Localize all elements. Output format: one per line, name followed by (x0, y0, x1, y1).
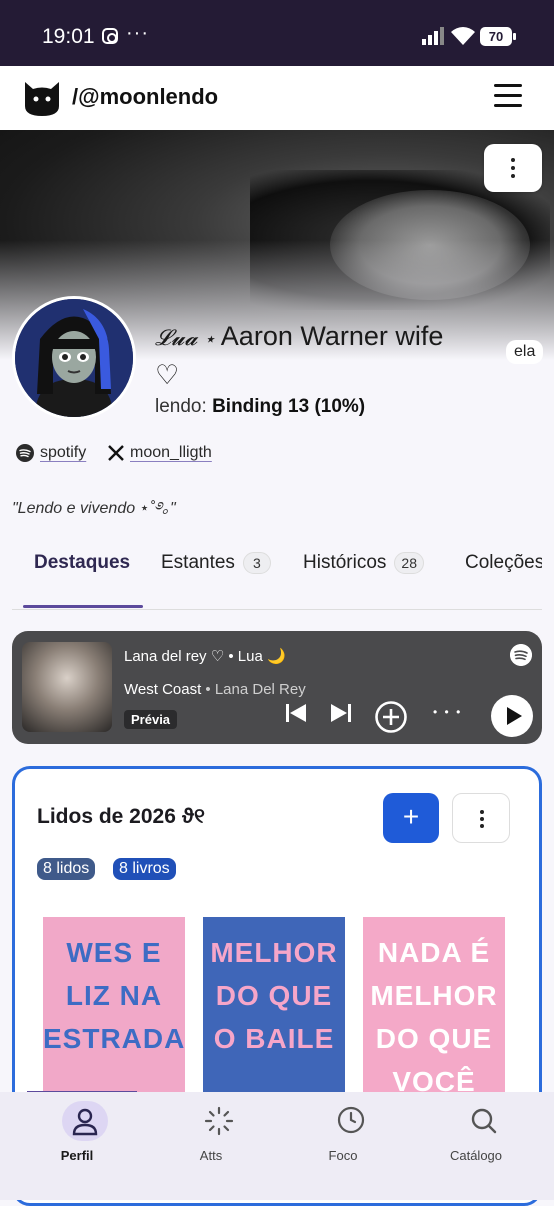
tab-colecoes[interactable]: Coleções (465, 552, 542, 574)
nav-label: Foco (328, 1148, 358, 1163)
books-total-chip[interactable]: 8 livros (113, 858, 176, 880)
tab-destaques[interactable]: Destaques (34, 552, 130, 574)
status-bar: 19:01 ··· 70 (0, 0, 554, 66)
cat-logo-icon[interactable] (22, 78, 62, 118)
profile-tabs: Destaques Estantes 3 Históricos 28 Coleçõe… (12, 540, 542, 610)
nav-foco[interactable]: Foco (274, 1092, 412, 1200)
playlist-title[interactable]: Lana del rey ♡ • Lua 🌙 (124, 647, 286, 665)
book-cover[interactable]: MELHOR DO QUE O BAILE (203, 917, 345, 1102)
profile-bio: "Lendo e vivendo ⋆˚࿔｡" (12, 500, 176, 517)
menu-icon[interactable] (494, 84, 522, 110)
x-link-label: moon_lligth (130, 444, 212, 461)
wifi-icon (451, 27, 475, 45)
tab-label: Estantes (161, 552, 235, 573)
spotify-link[interactable]: spotify (16, 444, 86, 462)
reading-value: Binding 13 (10%) (212, 396, 366, 417)
more-notifications-icon: ··· (126, 22, 149, 44)
status-time: 19:01 (42, 25, 95, 48)
preview-badge: Prévia (124, 710, 178, 729)
clock-icon (337, 1106, 365, 1134)
spotify-link-label: spotify (40, 444, 87, 462)
book-title: WES E LIZ NA ESTRADA (43, 937, 185, 1054)
tab-estantes[interactable]: Estantes 3 (161, 552, 271, 574)
previous-track-icon[interactable] (284, 701, 308, 725)
next-track-icon[interactable] (329, 701, 353, 725)
active-tab-indicator (23, 605, 143, 608)
card-title: Lidos de 2026 ϑ୧ (37, 805, 205, 828)
bottom-navigation: Perfil Atts Foco Catálogo (0, 1092, 554, 1200)
spotify-logo-icon[interactable] (510, 644, 532, 666)
app-header: /@moonlendo (0, 66, 554, 130)
add-book-button[interactable]: + (383, 793, 439, 843)
tab-historicos[interactable]: Históricos 28 (303, 552, 424, 574)
nav-atts[interactable]: Atts (142, 1092, 280, 1200)
track-artist[interactable]: Lana Del Rey (215, 681, 306, 698)
profile-name: 𝓛𝓾𝓪 ⋆ Aaron Warner wife ♡ (155, 318, 505, 393)
nav-label: Atts (199, 1148, 223, 1163)
player-more-icon[interactable]: • • • (433, 705, 462, 719)
profile-name-main: Aaron Warner wife (220, 321, 444, 351)
loading-icon (204, 1106, 234, 1136)
track-title[interactable]: West Coast (124, 681, 201, 698)
battery-icon: 70 (480, 27, 516, 46)
profile-name-heart: ♡ (155, 360, 180, 390)
tab-count: 28 (394, 552, 424, 574)
book-cover[interactable]: WES E LIZ NA ESTRADA (43, 917, 185, 1102)
nav-catalogo[interactable]: Catálogo (407, 1092, 545, 1200)
profile-name-script: 𝓛𝓾𝓪 ⋆ (155, 326, 215, 351)
avatar[interactable] (12, 296, 136, 420)
tab-label: Históricos (303, 552, 387, 573)
person-icon (72, 1108, 98, 1136)
tab-label: Coleções (465, 552, 542, 573)
signal-icon (422, 27, 444, 45)
spotify-icon (16, 444, 34, 462)
currently-reading[interactable]: lendo: Binding 13 (10%) (155, 396, 365, 418)
album-cover[interactable] (22, 642, 112, 732)
profile-handle: /@moonlendo (72, 84, 219, 109)
book-title: MELHOR DO QUE O BAILE (210, 937, 338, 1054)
instagram-icon (102, 28, 118, 44)
banner-options-button[interactable] (484, 144, 542, 192)
book-cover[interactable]: NADA É MELHOR DO QUE VOCÊ (363, 917, 505, 1102)
tab-count: 3 (242, 552, 271, 574)
nav-label: Catálogo (449, 1148, 503, 1163)
tab-label: Destaques (34, 552, 131, 573)
book-title: NADA É MELHOR DO QUE VOCÊ (370, 937, 498, 1097)
track-info: West Coast • Lana Del Rey (124, 681, 306, 698)
nav-perfil[interactable]: Perfil (8, 1092, 146, 1200)
x-link[interactable]: moon_lligth (108, 444, 212, 462)
card-options-button[interactable] (452, 793, 510, 843)
pronoun-badge: ela (506, 340, 544, 364)
spotify-player: Lana del rey ♡ • Lua 🌙 West Coast • Lana… (12, 631, 542, 744)
reading-label: lendo: (155, 396, 207, 417)
nav-label: Perfil (60, 1148, 94, 1163)
x-icon (108, 444, 124, 461)
add-to-library-icon[interactable] (374, 700, 408, 734)
search-icon (471, 1108, 497, 1134)
books-read-chip[interactable]: 8 lidos (37, 858, 96, 880)
play-icon[interactable] (491, 695, 533, 737)
